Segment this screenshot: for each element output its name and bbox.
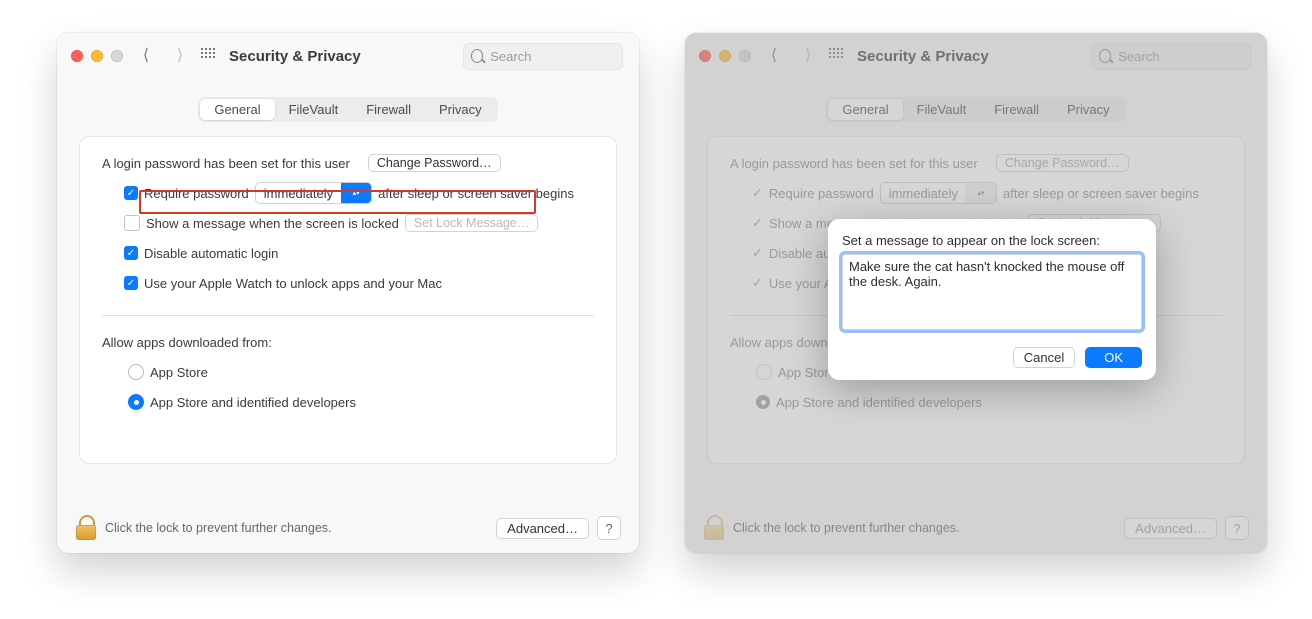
all-prefs-icon[interactable] xyxy=(201,48,217,64)
general-panel: A login password has been set for this u… xyxy=(79,136,617,464)
show-message-label: Show a message when the screen is locked xyxy=(146,216,399,231)
minimize-icon[interactable] xyxy=(91,50,103,62)
cancel-button[interactable]: Cancel xyxy=(1013,347,1075,368)
allow-appstore-radio[interactable] xyxy=(128,364,144,380)
apple-watch-checkbox[interactable]: ✓ xyxy=(124,276,138,290)
lock-message-input[interactable] xyxy=(842,254,1142,330)
apple-watch-label: Use your Apple Watch to unlock apps and … xyxy=(144,276,442,291)
search-input[interactable] xyxy=(488,48,615,65)
help-button[interactable]: ? xyxy=(597,516,621,540)
require-password-checkbox[interactable]: ✓ xyxy=(124,186,138,200)
dialog-title: Set a message to appear on the lock scre… xyxy=(842,233,1142,248)
zoom-icon[interactable] xyxy=(111,50,123,62)
forward-button[interactable]: ⟩ xyxy=(169,48,191,64)
disable-autologin-checkbox[interactable]: ✓ xyxy=(124,246,138,260)
allow-identified-label: App Store and identified developers xyxy=(150,395,356,410)
window-title: Security & Privacy xyxy=(229,48,361,65)
traffic-lights[interactable] xyxy=(71,50,123,62)
advanced-button[interactable]: Advanced… xyxy=(496,518,589,539)
lock-message-dialog: Set a message to appear on the lock scre… xyxy=(828,219,1156,380)
lock-icon[interactable] xyxy=(75,515,97,541)
show-message-checkbox[interactable] xyxy=(124,215,140,231)
require-password-delay[interactable]: immediately ▴▾ xyxy=(255,182,372,204)
close-icon[interactable] xyxy=(71,50,83,62)
password-set-label: A login password has been set for this u… xyxy=(102,156,350,171)
back-button[interactable]: ⟨ xyxy=(135,48,157,64)
ok-button[interactable]: OK xyxy=(1085,347,1142,368)
require-password-label: Require password xyxy=(144,186,249,201)
change-password-button[interactable]: Change Password… xyxy=(368,154,501,172)
tabs: General FileVault Firewall Privacy xyxy=(198,97,497,122)
lock-hint: Click the lock to prevent further change… xyxy=(105,521,332,535)
disable-autologin-label: Disable automatic login xyxy=(144,246,278,261)
require-password-suffix: after sleep or screen saver begins xyxy=(378,186,574,201)
allow-apps-header: Allow apps downloaded from: xyxy=(102,335,272,350)
search-field[interactable] xyxy=(463,43,623,70)
tab-filevault[interactable]: FileVault xyxy=(275,99,353,120)
tab-firewall[interactable]: Firewall xyxy=(352,99,425,120)
tab-privacy[interactable]: Privacy xyxy=(425,99,496,120)
search-icon xyxy=(471,49,483,63)
tab-general[interactable]: General xyxy=(200,99,274,120)
set-lock-message-button[interactable]: Set Lock Message… xyxy=(405,214,538,232)
allow-identified-radio[interactable] xyxy=(128,394,144,410)
allow-appstore-label: App Store xyxy=(150,365,208,380)
